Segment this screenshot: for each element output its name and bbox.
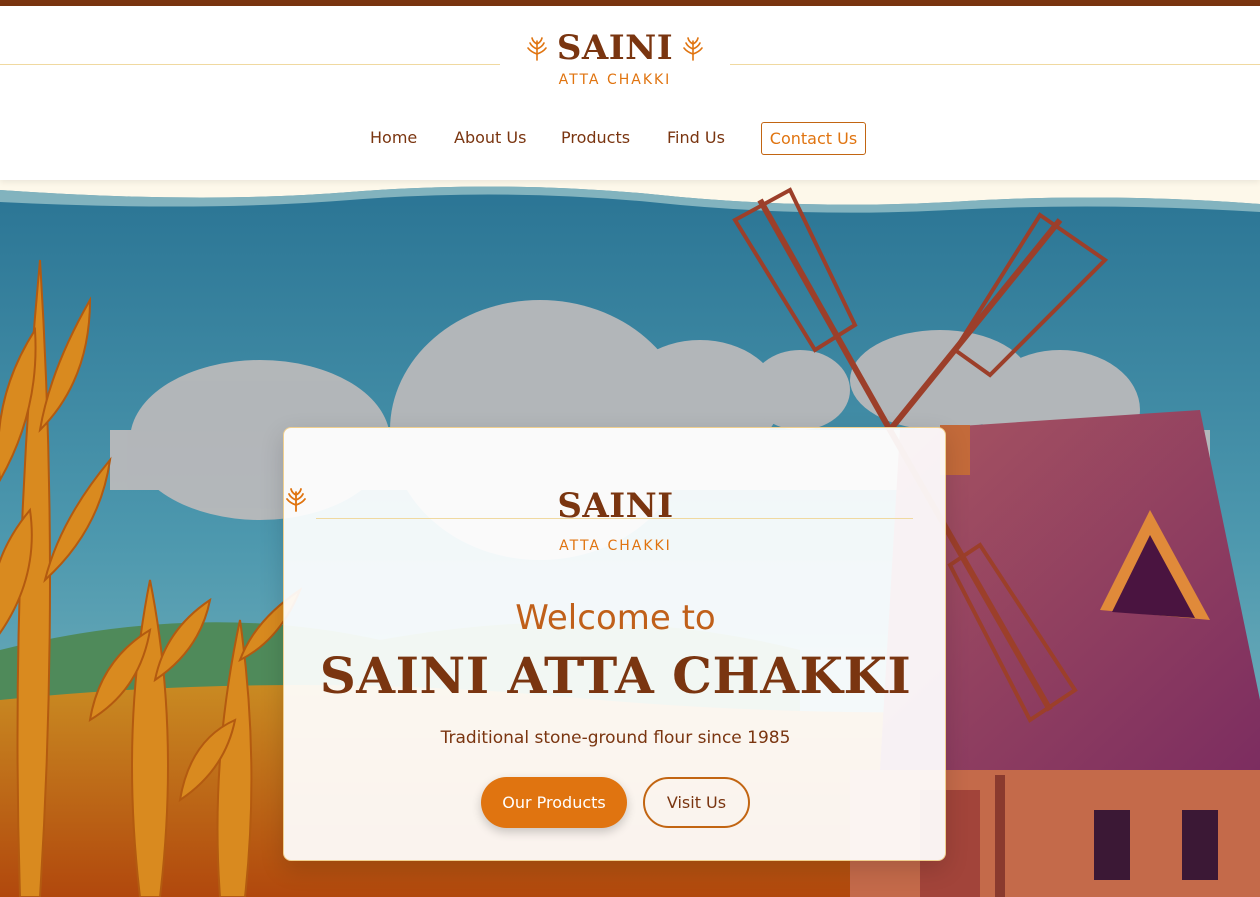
header-divider-right: [730, 64, 1260, 65]
header-logo[interactable]: SAINI ATTA CHAKKI: [500, 28, 730, 88]
wheat-icon: [683, 37, 703, 61]
wheat-icon: [527, 37, 547, 61]
welcome-text: Welcome to: [515, 598, 716, 638]
wheat-icon: [286, 488, 306, 512]
hero-title: SAINI ATTA CHAKKI: [319, 646, 912, 705]
nav-home[interactable]: Home: [370, 128, 417, 147]
nav-contact-button[interactable]: Contact Us: [761, 122, 866, 155]
site-header: SAINI ATTA CHAKKI Home About Us Products…: [0, 6, 1260, 180]
card-logo: SAINI ATTA CHAKKI: [284, 486, 947, 554]
our-products-button[interactable]: Our Products: [481, 777, 627, 828]
visit-us-button[interactable]: Visit Us: [643, 777, 750, 828]
brand-name: SAINI: [556, 28, 674, 68]
hero-tagline: Traditional stone-ground flour since 198…: [440, 728, 791, 748]
nav-find-us[interactable]: Find Us: [667, 128, 725, 147]
card-brand-subtitle: ATTA CHAKKI: [559, 538, 672, 554]
nav-products[interactable]: Products: [561, 128, 630, 147]
hero-card: SAINI ATTA CHAKKI Welcome to SAINI ATTA …: [283, 427, 946, 861]
header-divider-left: [0, 64, 500, 65]
brand-subtitle: ATTA CHAKKI: [558, 72, 672, 88]
hero-section: SAINI ATTA CHAKKI Welcome to SAINI ATTA …: [0, 180, 1260, 897]
card-brand-name: SAINI: [557, 486, 674, 526]
nav-about-us[interactable]: About Us: [454, 128, 526, 147]
